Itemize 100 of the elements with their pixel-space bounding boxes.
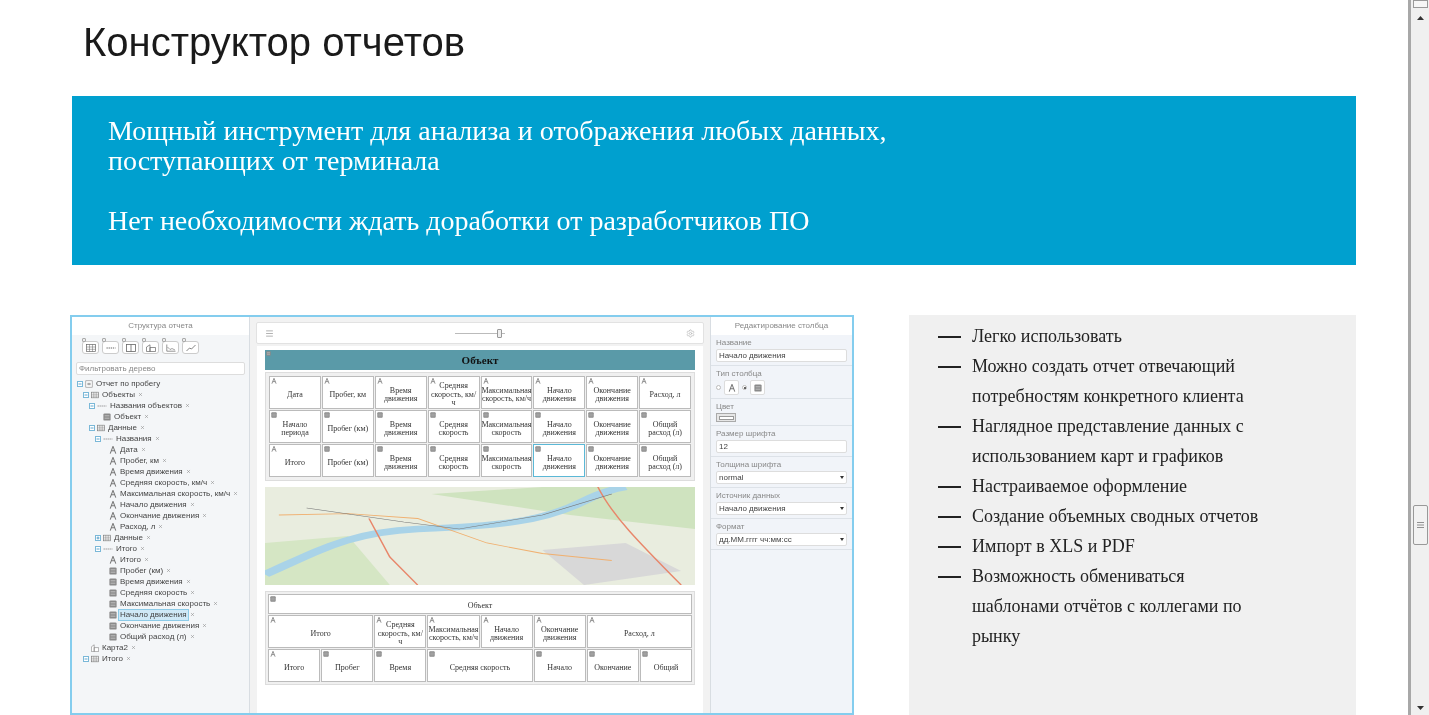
table-cell[interactable]: Окончание движения bbox=[586, 444, 639, 477]
tree-item[interactable]: Средняя скорость bbox=[119, 587, 189, 598]
remove-icon[interactable] bbox=[189, 634, 195, 639]
tree-item[interactable]: Названия объектов bbox=[109, 400, 183, 411]
toolbar-button[interactable] bbox=[102, 341, 119, 354]
table-cell[interactable]: Время движения bbox=[374, 410, 427, 443]
remove-icon[interactable] bbox=[189, 612, 195, 617]
remove-icon[interactable] bbox=[202, 513, 208, 518]
table-cell[interactable]: Пробег (км) bbox=[321, 410, 374, 443]
tree-item[interactable]: Окончание движения bbox=[119, 510, 201, 521]
tree-item[interactable]: Данные bbox=[113, 532, 144, 543]
table-cell[interactable]: Общий расход (л) bbox=[639, 410, 691, 443]
remove-icon[interactable] bbox=[139, 546, 145, 551]
scroll-up-icon[interactable] bbox=[1416, 16, 1424, 20]
table-cell[interactable]: Расход, л bbox=[586, 615, 692, 648]
table-cell[interactable]: Окончание bbox=[586, 649, 639, 682]
scrollbar[interactable] bbox=[1408, 0, 1429, 715]
remove-icon[interactable] bbox=[185, 469, 191, 474]
remove-icon[interactable] bbox=[144, 414, 150, 419]
table-cell[interactable]: Итого bbox=[268, 649, 321, 682]
tree-item[interactable]: Дата bbox=[119, 444, 139, 455]
table-cell[interactable]: Начало движения bbox=[533, 376, 586, 409]
radio-button[interactable] bbox=[716, 385, 721, 390]
tree-item[interactable]: Пробег, км bbox=[119, 455, 160, 466]
table-cell[interactable]: Время движения bbox=[374, 376, 427, 409]
expand-toggle[interactable] bbox=[95, 545, 101, 552]
tree-item[interactable]: Пробег (км) bbox=[119, 565, 165, 576]
tree-item[interactable]: Средняя скорость, км/ч bbox=[119, 477, 209, 488]
tree-item[interactable]: Общий расход (л) bbox=[119, 631, 188, 642]
table-cell[interactable]: Итого bbox=[269, 444, 321, 477]
tree-item[interactable]: Окончание движения bbox=[119, 620, 201, 631]
remove-icon[interactable] bbox=[233, 491, 239, 496]
tree-item[interactable]: Отчет по пробегу bbox=[95, 378, 162, 389]
type-option[interactable] bbox=[724, 380, 739, 395]
tree-item[interactable]: Данные bbox=[107, 422, 138, 433]
remove-icon[interactable] bbox=[130, 645, 136, 650]
table-cell[interactable]: Итого bbox=[268, 615, 374, 648]
slider-thumb[interactable] bbox=[497, 328, 502, 338]
table-cell[interactable]: Объект bbox=[268, 594, 692, 614]
tree-item[interactable]: Начало движения bbox=[119, 499, 188, 510]
toolbar-button[interactable] bbox=[142, 341, 159, 354]
remove-icon[interactable] bbox=[158, 524, 164, 529]
tree-item[interactable]: Начало движения bbox=[119, 609, 188, 620]
table-cell[interactable]: Средняя скорость bbox=[427, 410, 480, 443]
remove-icon[interactable] bbox=[190, 590, 196, 595]
table-cell[interactable]: Время движения bbox=[374, 444, 427, 477]
table-cell[interactable]: Окончание движения bbox=[533, 615, 586, 648]
remove-icon[interactable] bbox=[210, 480, 216, 485]
scroll-thumb[interactable] bbox=[1412, 505, 1428, 545]
table-cell[interactable]: Начало движения bbox=[533, 410, 586, 443]
select-field[interactable]: Начало движения bbox=[716, 502, 847, 515]
table-cell[interactable]: Средняя скорость, км/ч bbox=[374, 615, 427, 648]
tree-item[interactable]: Объект bbox=[113, 411, 143, 422]
table-cell[interactable]: Максимальная скорость, км/ч bbox=[480, 376, 533, 409]
table-cell[interactable]: Пробег (км) bbox=[321, 444, 374, 477]
remove-icon[interactable] bbox=[154, 436, 160, 441]
table-cell[interactable]: Время bbox=[374, 649, 427, 682]
table-cell[interactable]: Окончание движения bbox=[586, 376, 639, 409]
tree-item[interactable]: Итого bbox=[101, 653, 124, 664]
table-cell[interactable]: Расход, л bbox=[639, 376, 691, 409]
table-cell[interactable]: Дата bbox=[269, 376, 321, 409]
expand-toggle[interactable] bbox=[83, 391, 89, 398]
remove-icon[interactable] bbox=[138, 392, 143, 397]
expand-toggle[interactable] bbox=[89, 402, 95, 409]
text-field[interactable]: 12 bbox=[716, 440, 847, 453]
remove-icon[interactable] bbox=[140, 447, 146, 452]
remove-icon[interactable] bbox=[143, 557, 149, 562]
toolbar-button[interactable] bbox=[162, 341, 179, 354]
toolbar-button[interactable] bbox=[182, 341, 199, 354]
menu-icon[interactable] bbox=[265, 328, 274, 338]
remove-icon[interactable] bbox=[184, 403, 190, 408]
table-cell[interactable]: Окончание движения bbox=[586, 410, 639, 443]
tree-item[interactable]: Максимальная скорость, км/ч bbox=[119, 488, 232, 499]
table-cell[interactable]: Максимальная скорость bbox=[480, 444, 533, 477]
tree-item[interactable]: Объекты bbox=[101, 389, 136, 400]
text-field[interactable]: Начало движения bbox=[716, 349, 847, 362]
remove-icon[interactable] bbox=[189, 502, 195, 507]
expand-toggle[interactable] bbox=[83, 655, 89, 662]
expand-toggle[interactable] bbox=[95, 534, 101, 541]
expand-toggle[interactable] bbox=[89, 424, 95, 431]
settings-icon[interactable] bbox=[686, 328, 695, 338]
table-cell[interactable]: Максимальная скорость, км/ч bbox=[427, 615, 480, 648]
toolbar-button[interactable] bbox=[122, 341, 139, 354]
filter-field[interactable]: Фильтровать дерево bbox=[76, 362, 245, 375]
remove-icon[interactable] bbox=[162, 458, 167, 463]
table-cell[interactable]: Начало периода bbox=[269, 410, 321, 443]
table-cell[interactable]: Пробег, км bbox=[321, 376, 374, 409]
remove-icon[interactable] bbox=[139, 425, 145, 430]
remove-icon[interactable] bbox=[185, 579, 191, 584]
tree-item[interactable]: Время движения bbox=[119, 576, 184, 587]
remove-icon[interactable] bbox=[213, 601, 219, 606]
table-cell[interactable]: Средняя скорость bbox=[427, 649, 533, 682]
scroll-down-icon[interactable] bbox=[1416, 706, 1424, 710]
table-cell[interactable]: Общий расход (л) bbox=[639, 444, 691, 477]
remove-icon[interactable] bbox=[125, 656, 131, 661]
table-cell[interactable]: Средняя скорость, км/ч bbox=[427, 376, 480, 409]
select-field[interactable]: normal bbox=[716, 471, 847, 484]
type-option[interactable] bbox=[750, 380, 765, 395]
remove-icon[interactable] bbox=[202, 623, 208, 628]
expand-toggle[interactable] bbox=[77, 380, 83, 387]
